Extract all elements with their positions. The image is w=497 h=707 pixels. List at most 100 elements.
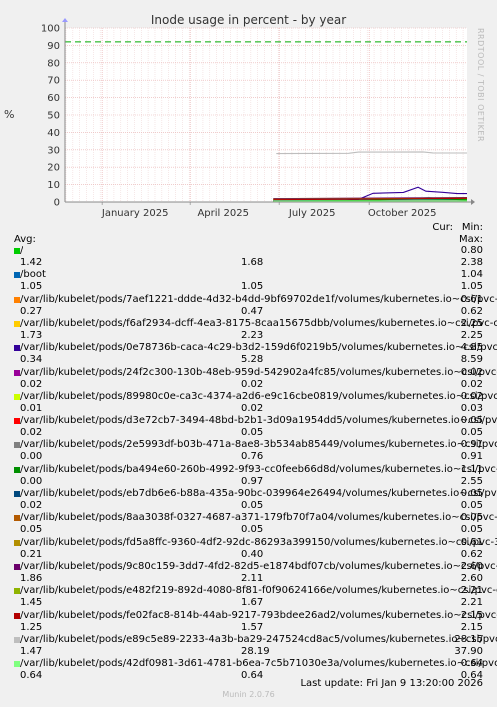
y-tick-label: 40 — [47, 128, 60, 139]
legend-avg-value: 0.40 — [241, 548, 264, 560]
legend-cur-value: 4.85 — [460, 342, 483, 354]
legend-avg-value: 0.05 — [241, 524, 264, 536]
legend-avg-value: 0.64 — [241, 670, 264, 682]
legend-avg-value: 2.23 — [241, 329, 264, 341]
legend-series-name: /var/lib/kubelet/pods/fd5a8ffc-9360-4df2… — [20, 536, 497, 548]
legend-series-name: /var/lib/kubelet/pods/9c80c159-3dd7-4fd2… — [20, 560, 497, 572]
y-tick-label: 70 — [47, 76, 60, 87]
legend-avg-value: 0.02 — [241, 402, 264, 414]
legend-cur-value: 28.15 — [454, 633, 483, 645]
legend-series-name: /var/lib/kubelet/pods/0e78736b-caca-4c29… — [20, 342, 497, 354]
legend-min-value: 0.01 — [20, 402, 43, 414]
legend-max-value: 8.59 — [460, 354, 483, 366]
legend-max-value: 2.38 — [460, 257, 483, 268]
legend-cur-value: 0.05 — [460, 488, 483, 499]
legend-min-value: 0.64 — [20, 670, 43, 682]
legend-max-value: 2.15 — [460, 621, 483, 633]
y-tick-label: 30 — [47, 145, 60, 156]
legend-avg-value: 28.19 — [241, 645, 270, 657]
y-tick-label: 60 — [47, 93, 60, 104]
legend-avg-value: 1.57 — [241, 621, 264, 633]
legend-min-value: 1.47 — [20, 645, 43, 657]
legend-series-name: / — [20, 245, 24, 256]
legend-series-name: /var/lib/kubelet/pods/fe02fac8-814b-44ab… — [20, 609, 497, 621]
y-tick-label: 90 — [47, 41, 60, 52]
legend-series-name: /var/lib/kubelet/pods/ba494e60-260b-4992… — [20, 463, 497, 475]
legend-series-name: /var/lib/kubelet/pods/8aa3038f-0327-4687… — [20, 512, 497, 524]
legend-series-name: /var/lib/kubelet/pods/89980c0e-ca3c-4374… — [20, 390, 497, 402]
legend-max-value: 2.21 — [460, 597, 483, 609]
legend-max-value: 1.05 — [460, 281, 483, 293]
legend-header-avg: Avg: — [14, 234, 36, 245]
legend-cur-value: 0.61 — [460, 536, 483, 548]
legend-avg-value: 0.97 — [241, 475, 264, 487]
legend-series-name: /var/lib/kubelet/pods/42df0981-3d61-4781… — [20, 658, 497, 670]
legend-avg-value: 2.11 — [241, 572, 264, 584]
legend-avg-value: 1.05 — [241, 281, 264, 293]
legend-series-name: /var/lib/kubelet/pods/7aef1221-ddde-4d32… — [20, 293, 497, 305]
x-tick-label: July 2025 — [288, 208, 336, 219]
legend-cur-value: 1.04 — [460, 269, 483, 281]
legend-max-value: 0.91 — [460, 451, 483, 463]
x-tick-label: October 2025 — [368, 208, 437, 219]
y-tick-label: 0 — [54, 198, 60, 209]
legend-avg-value: 0.05 — [241, 427, 264, 439]
legend-max-value: 0.62 — [460, 305, 483, 317]
legend-max-value: 2.60 — [460, 572, 483, 584]
legend-cur-value: 2.25 — [460, 317, 483, 329]
x-tick-label: April 2025 — [197, 208, 248, 219]
legend-max-value: 0.05 — [460, 427, 483, 439]
legend-avg-value: 0.76 — [241, 451, 264, 463]
y-tick-label: 20 — [47, 163, 60, 174]
x-tick-label: January 2025 — [101, 208, 169, 219]
legend-max-value: 37.90 — [454, 645, 483, 657]
legend-max-value: 2.55 — [460, 475, 483, 487]
legend-cur-value: 0.91 — [460, 439, 483, 451]
y-tick-label: 10 — [47, 180, 60, 191]
legend-series-name: /var/lib/kubelet/pods/d3e72cb7-3494-48bd… — [20, 415, 497, 427]
legend-min-value: 1.42 — [20, 257, 43, 268]
legend-series-name: /var/lib/kubelet/pods/e482f219-892d-4080… — [20, 585, 497, 597]
legend-series-name: /var/lib/kubelet/pods/24f2c300-130b-48eb… — [20, 366, 497, 378]
legend-min-value: 0.21 — [20, 548, 43, 560]
legend-header-cur: Cur: — [432, 222, 453, 233]
legend-cur-value: 0.61 — [460, 293, 483, 305]
legend-cur-value: 0.02 — [460, 390, 483, 402]
legend-max-value: 2.25 — [460, 329, 483, 341]
legend-cur-value: 0.05 — [460, 512, 483, 524]
legend-min-value: 0.02 — [20, 427, 43, 439]
legend-min-value: 0.00 — [20, 475, 43, 487]
y-axis-arrow — [62, 18, 68, 22]
legend-cur-value: 0.80 — [460, 245, 483, 256]
legend-min-value: 1.05 — [20, 281, 43, 293]
legend-cur-value: 0.02 — [460, 366, 483, 378]
legend-avg-value: 5.28 — [241, 354, 264, 366]
y-tick-label: 80 — [47, 58, 60, 69]
y-tick-label: 100 — [41, 24, 60, 35]
legend-min-value: 0.02 — [20, 378, 43, 390]
legend-min-value: 0.02 — [20, 500, 43, 511]
legend-series-name: /var/lib/kubelet/pods/eb7db6e6-b88a-435a… — [20, 488, 497, 499]
legend-cur-value: 1.11 — [460, 463, 483, 475]
legend-cur-value: 0.05 — [460, 415, 483, 427]
legend-series-name: /var/lib/kubelet/pods/2e5993df-b03b-471a… — [20, 439, 497, 451]
legend-min-value: 1.25 — [20, 621, 43, 633]
legend-min-value: 0.00 — [20, 451, 43, 463]
legend-header-min: Min: — [461, 222, 483, 233]
legend-avg-value: 0.05 — [241, 500, 264, 511]
legend-min-value: 0.27 — [20, 305, 43, 317]
y-tick-label: 50 — [47, 111, 60, 122]
legend-max-value: 0.05 — [460, 500, 483, 511]
legend-series-name: /var/lib/kubelet/pods/f6af2934-dcff-4ea3… — [20, 317, 497, 329]
legend-avg-value: 0.47 — [241, 305, 264, 317]
legend-cur-value: 0.64 — [460, 658, 483, 670]
legend-max-value: 0.62 — [460, 548, 483, 560]
legend-series-name: /var/lib/kubelet/pods/e89c5e89-2233-4a3b… — [20, 633, 497, 645]
legend-min-value: 1.73 — [20, 329, 43, 341]
plot-area: 0 10 20 30 40 50 60 70 80 90 100 January 2025 April … — [41, 18, 475, 219]
legend-max-value: 0.02 — [460, 378, 483, 390]
x-axis-arrow — [471, 199, 475, 205]
legend-header-max: Max: — [458, 234, 483, 245]
legend-avg-value: 0.02 — [241, 378, 264, 390]
legend-cur-value: 2.15 — [460, 609, 483, 621]
